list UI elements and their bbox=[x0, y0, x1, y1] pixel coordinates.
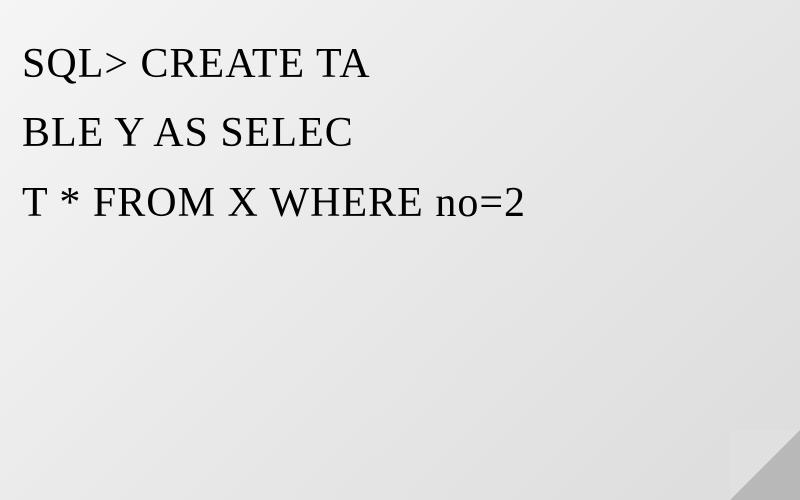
text-line-2: BLE Y AS SELEC bbox=[22, 99, 778, 168]
text-line-1: SQL> CREATE TA bbox=[22, 30, 778, 99]
question-text-area: SQL> CREATE TA BLE Y AS SELEC T * FROM X… bbox=[0, 0, 800, 268]
text-line-3: T * FROM X WHERE no=2 bbox=[22, 169, 778, 238]
page-corner-fold bbox=[730, 430, 800, 500]
